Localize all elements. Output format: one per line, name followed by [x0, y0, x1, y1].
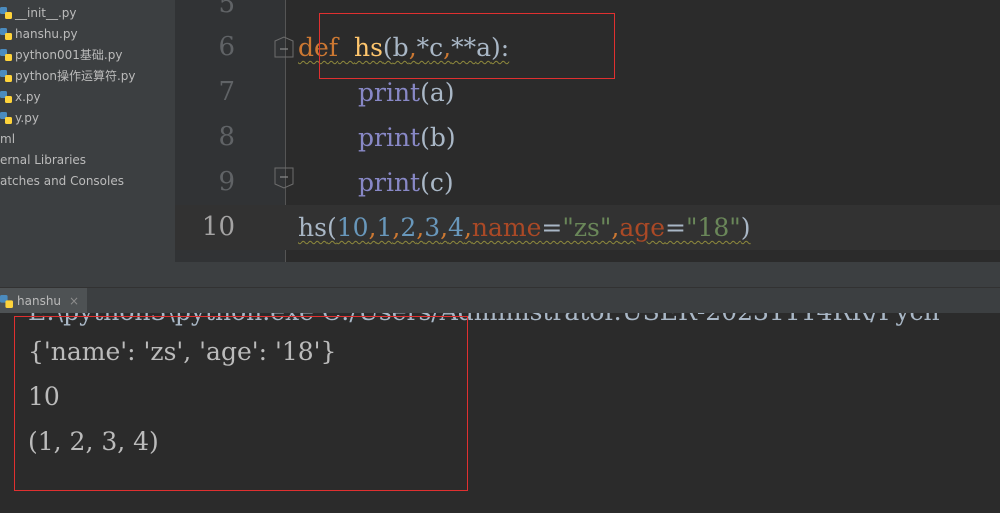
line-number: 9 — [218, 167, 235, 197]
code-line-print-b[interactable]: print(b) — [358, 115, 456, 160]
tree-item-ml[interactable]: ml — [0, 129, 15, 150]
fold-collapse-icon[interactable] — [273, 36, 295, 58]
python-file-icon — [0, 70, 12, 82]
project-panel: __init__.py hanshu.py python001基础.py pyt… — [0, 0, 175, 287]
python-run-icon — [0, 294, 13, 308]
tree-item-hanshu[interactable]: hanshu.py — [0, 24, 78, 45]
run-tab-hanshu[interactable]: hanshu × — [0, 288, 88, 314]
fold-end-icon[interactable] — [273, 167, 295, 189]
python-file-icon — [0, 28, 12, 40]
line-number: 7 — [218, 77, 235, 107]
editor-run-splitter[interactable] — [0, 262, 1000, 287]
close-icon[interactable]: × — [69, 294, 79, 308]
tree-item-y[interactable]: y.py — [0, 108, 39, 129]
line-number-current: 10 — [201, 212, 235, 242]
line-number: 6 — [218, 32, 235, 62]
line-number: 5 — [218, 0, 235, 19]
line-number: 8 — [218, 122, 235, 152]
tree-item-external-libraries[interactable]: ernal Libraries — [0, 150, 86, 171]
run-tool-window-header: hanshu × — [0, 287, 1000, 314]
tree-item-init[interactable]: __init__.py — [0, 3, 77, 24]
annotation-box-output — [14, 316, 468, 491]
code-line-print-c[interactable]: print(c) — [358, 160, 454, 205]
python-file-icon — [0, 112, 12, 124]
python-file-icon — [0, 49, 12, 61]
annotation-box-def — [319, 13, 615, 79]
python-file-icon — [0, 7, 12, 19]
code-line-call[interactable]: hs(10,1,2,3,4,name="zs",age="18") — [298, 205, 751, 250]
python-file-icon — [0, 91, 12, 103]
tree-item-x[interactable]: x.py — [0, 87, 41, 108]
tree-item-scratches[interactable]: atches and Consoles — [0, 171, 124, 192]
tree-item-operators[interactable]: python操作运算符.py — [0, 66, 136, 87]
tree-item-python001[interactable]: python001基础.py — [0, 45, 122, 66]
